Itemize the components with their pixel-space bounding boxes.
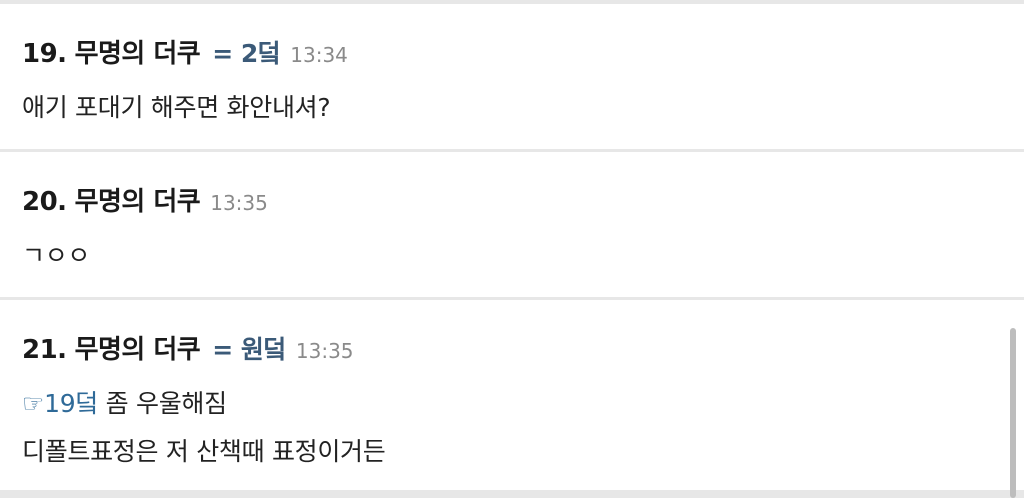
comment-header: 21. 무명의 더쿠 = 원덬 13:35 <box>22 329 1024 365</box>
comment-body: ㄱㅇㅇ <box>22 232 1024 280</box>
comment-time: 13:35 <box>210 191 268 215</box>
author-tag: = 원덬 <box>212 335 286 364</box>
scrollbar[interactable] <box>1010 328 1016 498</box>
comment-header: 19. 무명의 더쿠 = 2덬 13:34 <box>22 33 1024 69</box>
comment-text: 디폴트표정은 저 산책때 표정이거든 <box>22 437 386 466</box>
comment-author[interactable]: 무명의 더쿠 <box>75 181 201 218</box>
comment-author[interactable]: 무명의 더쿠 <box>75 33 201 70</box>
comment-20: 20. 무명의 더쿠 13:35 ㄱㅇㅇ <box>0 152 1024 297</box>
comment-time: 13:34 <box>290 43 348 67</box>
comment-thread: 19. 무명의 더쿠 = 2덬 13:34 애기 포대기 해주면 화안내셔? 2… <box>0 0 1024 498</box>
comment-number: 21. <box>22 335 67 365</box>
comment-header: 20. 무명의 더쿠 13:35 <box>22 181 1024 217</box>
comment-time: 13:35 <box>295 339 354 363</box>
comment-number: 20. <box>22 187 67 217</box>
comment-author[interactable]: 무명의 더쿠 <box>75 329 201 366</box>
reply-text: 좀 우울해짐 <box>98 389 227 418</box>
author-tag: = 2덬 <box>212 39 281 68</box>
comment-text: ㄱㅇㅇ <box>22 241 91 270</box>
comment-21: 21. 무명의 더쿠 = 원덬 13:35 ☞19덬 좀 우울해짐 디폴트표정은… <box>0 300 1024 490</box>
comment-19: 19. 무명의 더쿠 = 2덬 13:34 애기 포대기 해주면 화안내셔? <box>0 4 1024 149</box>
comment-text: 애기 포대기 해주면 화안내셔? <box>22 93 331 122</box>
reply-line: ☞19덬 좀 우울해짐 <box>22 380 1024 428</box>
comment-body: ☞19덬 좀 우울해짐 디폴트표정은 저 산책때 표정이거든 <box>22 380 1024 476</box>
comment-number: 19. <box>22 39 67 69</box>
comment-body: 애기 포대기 해주면 화안내셔? <box>22 84 1024 132</box>
reply-reference-link[interactable]: ☞19덬 <box>22 389 98 418</box>
